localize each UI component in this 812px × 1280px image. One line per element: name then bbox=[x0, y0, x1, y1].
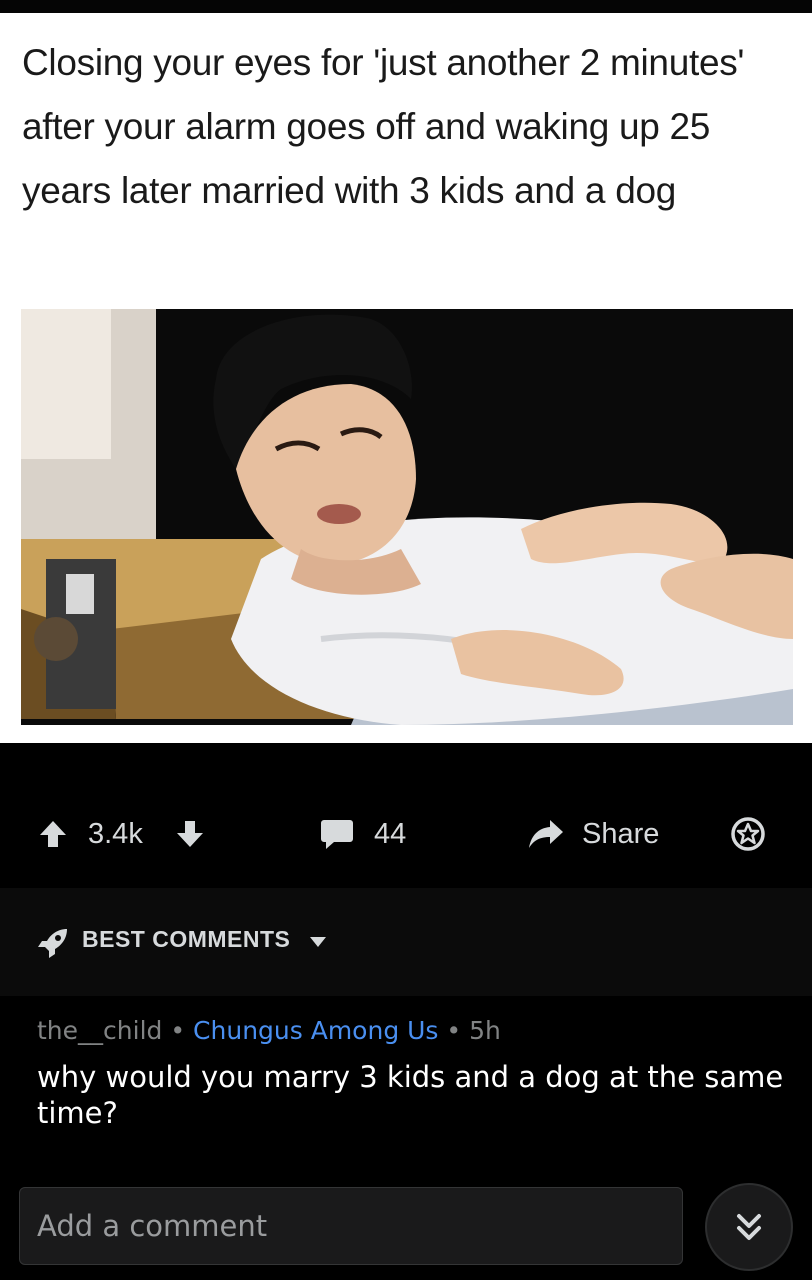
upvote-button[interactable] bbox=[38, 790, 68, 878]
comment-input[interactable] bbox=[20, 1188, 682, 1264]
jump-to-next-button[interactable] bbox=[705, 1183, 793, 1271]
comment-input-box[interactable] bbox=[19, 1187, 683, 1265]
meme-photo bbox=[21, 309, 793, 725]
post-image[interactable]: Closing your eyes for 'just another 2 mi… bbox=[0, 13, 812, 743]
star-badge-icon bbox=[731, 817, 765, 851]
meme-caption: Closing your eyes for 'just another 2 mi… bbox=[22, 42, 745, 211]
share-button[interactable]: Share bbox=[528, 790, 659, 878]
share-label: Share bbox=[582, 817, 660, 850]
post-action-bar: 3.4k 44 Share bbox=[0, 790, 812, 878]
double-chevron-down-icon bbox=[737, 1214, 761, 1240]
speech-bubble-icon bbox=[321, 820, 353, 849]
comment-body: why would you marry 3 kids and a dog at … bbox=[37, 1060, 784, 1130]
arrow-down-icon bbox=[177, 821, 203, 847]
score-label: 3.4k bbox=[88, 790, 143, 878]
award-button[interactable] bbox=[730, 790, 766, 878]
comment-sort-bar[interactable]: BEST COMMENTS bbox=[0, 888, 812, 996]
comment-item[interactable]: the__child • Chungus Among Us • 5h why w… bbox=[0, 996, 812, 1176]
sort-label: BEST COMMENTS bbox=[82, 926, 291, 952]
rocket-icon bbox=[38, 929, 67, 958]
comment-author[interactable]: the__child bbox=[37, 1016, 162, 1045]
share-arrow-icon bbox=[529, 820, 563, 848]
comment-meta: the__child • Chungus Among Us • 5h bbox=[37, 1016, 501, 1045]
photo-illustration bbox=[21, 309, 793, 725]
comment-count: 44 bbox=[374, 817, 407, 850]
caret-down-icon bbox=[310, 937, 326, 947]
meta-separator: • bbox=[446, 1016, 462, 1045]
meta-separator: • bbox=[170, 1016, 186, 1045]
user-flair: Chungus Among Us bbox=[193, 1016, 439, 1045]
downvote-button[interactable] bbox=[175, 790, 205, 878]
score-value: 3.4k bbox=[88, 817, 143, 850]
comment-age: 5h bbox=[469, 1016, 501, 1045]
status-bar bbox=[0, 0, 812, 13]
arrow-up-icon bbox=[40, 821, 66, 847]
comments-button[interactable]: 44 bbox=[320, 790, 406, 878]
